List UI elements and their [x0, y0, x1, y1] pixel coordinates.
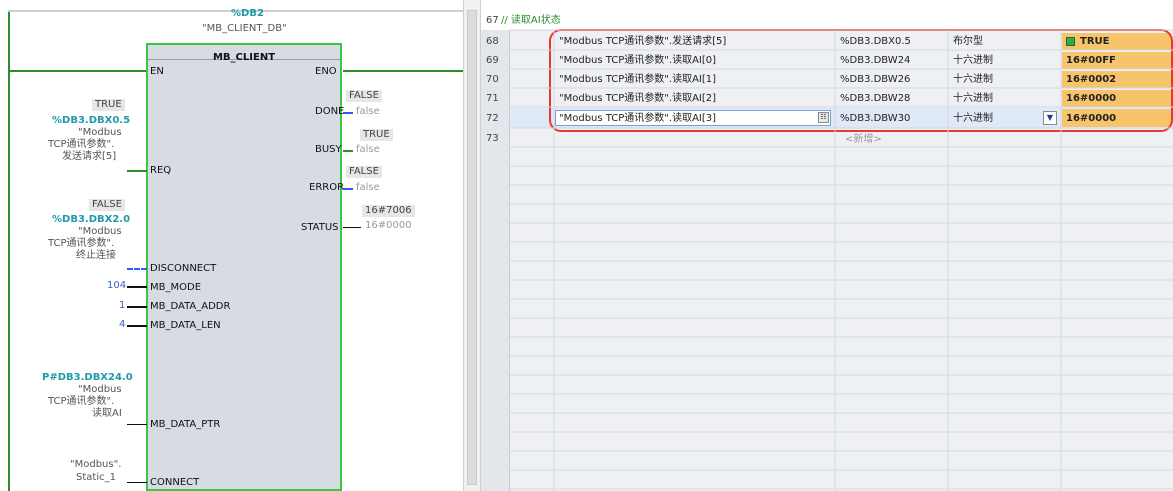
- error-wire: [343, 188, 353, 190]
- done-live-value: FALSE: [346, 90, 382, 102]
- pin-disconnect: DISCONNECT: [150, 263, 217, 274]
- busy-value[interactable]: false: [356, 144, 380, 156]
- mb-mode-wire: [127, 286, 147, 288]
- error-live-value: FALSE: [346, 166, 382, 178]
- disconnect-symbol-3[interactable]: 终止连接: [76, 250, 116, 262]
- pin-eno: ENO: [315, 66, 337, 77]
- pin-busy: BUSY: [315, 144, 342, 155]
- highlight-annotation: [549, 29, 1173, 132]
- req-live-value: TRUE: [92, 99, 125, 111]
- mb-data-addr-wire: [127, 306, 147, 308]
- status-wire: [343, 227, 361, 228]
- pin-connect: CONNECT: [150, 477, 200, 488]
- pin-mb-data-addr: MB_DATA_ADDR: [150, 301, 231, 312]
- pin-error: ERROR: [309, 182, 345, 193]
- connect-wire: [127, 482, 147, 483]
- mb-data-len-wire: [127, 325, 147, 327]
- req-address: %DB3.DBX0.5: [52, 115, 131, 126]
- pin-mb-mode: MB_MODE: [150, 282, 202, 293]
- done-wire: [343, 112, 353, 114]
- disconnect-wire: [127, 268, 147, 270]
- connect-symbol-1: "Modbus".: [70, 459, 122, 470]
- connect-symbol-2[interactable]: Static_1: [76, 472, 116, 484]
- done-value[interactable]: false: [356, 106, 380, 118]
- status-live-value: 16#7006: [362, 205, 415, 217]
- new-row-number: 73: [486, 133, 499, 144]
- req-symbol-2: TCP通讯参数".: [48, 139, 115, 150]
- mb-data-ptr-symbol-2: TCP通讯参数".: [48, 396, 115, 407]
- mb-data-ptr-symbol-3[interactable]: 读取AI: [92, 408, 122, 420]
- busy-live-value: TRUE: [360, 129, 393, 141]
- error-value[interactable]: false: [356, 182, 380, 194]
- req-symbol-1: "Modbus: [78, 127, 122, 138]
- instance-db-address: %DB2: [231, 8, 264, 19]
- vertical-scrollbar-thumb[interactable]: [467, 10, 477, 485]
- mb-data-ptr-address: P#DB3.DBX24.0: [42, 372, 133, 383]
- row-number: 71: [486, 93, 499, 104]
- watch-header-row: [481, 12, 1173, 30]
- mb-data-addr-value[interactable]: 1: [119, 300, 125, 312]
- header-row-number: 67: [486, 15, 499, 26]
- power-rail: [8, 10, 10, 491]
- pin-en: EN: [150, 66, 164, 77]
- block-title-bar: MB_CLIENT: [148, 45, 340, 63]
- block-name: MB_CLIENT: [212, 52, 276, 63]
- instance-db-name[interactable]: "MB_CLIENT_DB": [202, 23, 287, 35]
- disconnect-symbol-2: TCP通讯参数".: [48, 238, 115, 249]
- add-new-row-placeholder[interactable]: <新增>: [845, 134, 882, 146]
- mb-data-ptr-symbol-1: "Modbus: [78, 384, 122, 395]
- watch-comment[interactable]: // 读取AI状态: [501, 15, 561, 27]
- mb-data-ptr-wire: [127, 424, 147, 425]
- pin-status: STATUS: [301, 222, 339, 233]
- pin-mb-data-len: MB_DATA_LEN: [150, 320, 221, 331]
- row-number: 69: [486, 55, 499, 66]
- row-number: 72: [486, 113, 499, 124]
- busy-wire: [343, 150, 353, 152]
- row-number: 68: [486, 36, 499, 47]
- pane-splitter[interactable]: [463, 0, 481, 491]
- status-value[interactable]: 16#0000: [365, 220, 412, 232]
- en-wire-left: [10, 70, 147, 72]
- req-symbol-3[interactable]: 发送请求[5]: [62, 151, 116, 163]
- pin-mb-data-ptr: MB_DATA_PTR: [150, 419, 221, 430]
- req-wire: [127, 170, 147, 172]
- pin-req: REQ: [150, 165, 172, 176]
- pin-done: DONE: [315, 106, 345, 117]
- disconnect-live-value: FALSE: [89, 199, 125, 211]
- eno-wire-right: [343, 70, 463, 72]
- disconnect-symbol-1: "Modbus: [78, 226, 122, 237]
- disconnect-address: %DB3.DBX2.0: [52, 214, 131, 225]
- mb-mode-value[interactable]: 104: [107, 280, 126, 292]
- mb-data-len-value[interactable]: 4: [119, 319, 125, 331]
- row-number: 70: [486, 74, 499, 85]
